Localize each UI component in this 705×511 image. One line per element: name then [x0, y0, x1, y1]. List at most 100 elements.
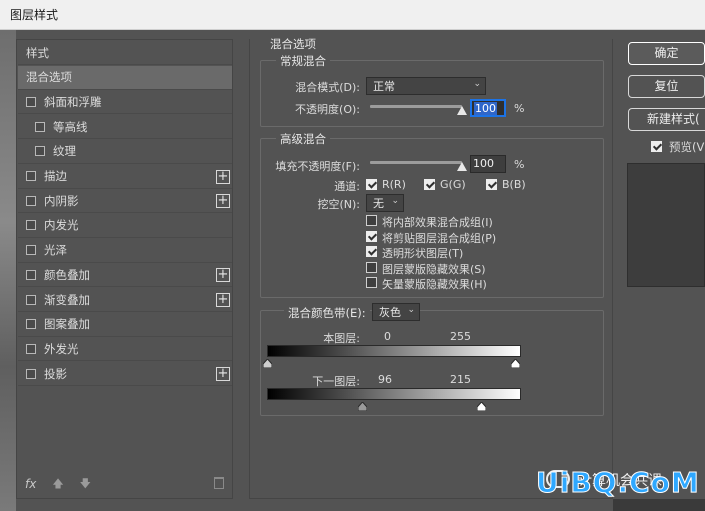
style-item[interactable]: 渐变叠加 + — [18, 288, 232, 312]
style-item-checkbox[interactable] — [26, 96, 36, 107]
style-item[interactable]: 光泽 — [18, 239, 232, 263]
style-item[interactable]: 斜面和浮雕 — [18, 90, 232, 115]
fill-opacity-slider-thumb[interactable] — [457, 162, 467, 171]
style-item-label: 斜面和浮雕 — [44, 94, 102, 109]
style-item-label: 样式 — [26, 45, 49, 60]
reset-button[interactable]: 复位 — [628, 75, 705, 98]
add-effect-plus-icon[interactable]: + — [216, 194, 230, 209]
style-item-label: 投影 — [44, 366, 67, 381]
style-item-label: 渐变叠加 — [44, 292, 90, 307]
style-preview-swatch — [627, 163, 705, 287]
fill-opacity-label: 填充不透明度(F): — [275, 160, 360, 173]
channels-label: 通道: — [334, 180, 360, 193]
style-item-checkbox[interactable] — [26, 368, 36, 379]
style-item-checkbox[interactable] — [26, 171, 36, 181]
style-item[interactable]: 描边 + — [18, 165, 232, 189]
advanced-option-checkbox[interactable] — [366, 230, 377, 242]
style-item[interactable]: 颜色叠加 + — [18, 263, 232, 288]
opacity-input[interactable]: 100 — [470, 99, 506, 117]
style-item[interactable]: 样式 — [18, 41, 232, 65]
style-item-label: 等高线 — [53, 119, 88, 134]
add-effect-plus-icon[interactable]: + — [216, 268, 230, 283]
blend-if-select[interactable]: 灰色 ⌄ — [372, 303, 420, 321]
style-item[interactable]: 内发光 — [18, 214, 232, 238]
style-item[interactable]: 纹理 — [18, 140, 232, 164]
style-item-label: 图案叠加 — [44, 317, 90, 332]
channel-g-label: G(G) — [440, 178, 466, 191]
advanced-option-label: 将内部效果混合成组(I) — [382, 216, 493, 229]
styles-list-footer: fx 🡅 🡇 — [17, 470, 232, 498]
blend-mode-value: 正常 — [373, 80, 395, 93]
style-item[interactable]: 图案叠加 — [18, 313, 232, 337]
underlying-min-value: 96 — [378, 373, 392, 386]
style-item[interactable]: 混合选项 — [18, 65, 232, 90]
chevron-down-icon: ⌄ — [407, 305, 415, 315]
this-layer-gradient-bar[interactable] — [267, 345, 521, 357]
style-item-label: 外发光 — [44, 341, 79, 356]
this-layer-max-slider-thumb[interactable] — [511, 359, 521, 368]
blend-mode-select[interactable]: 正常 ⌄ — [366, 77, 486, 95]
style-item-checkbox[interactable] — [26, 319, 36, 330]
new-style-button[interactable]: 新建样式( — [628, 108, 705, 131]
style-item-checkbox[interactable] — [26, 343, 36, 354]
style-item-label: 纹理 — [53, 144, 76, 159]
window-title-bar: 图层样式 — [0, 0, 705, 30]
style-item-checkbox[interactable] — [26, 245, 36, 256]
move-down-icon[interactable]: 🡇 — [80, 475, 91, 494]
advanced-option-checkbox[interactable] — [366, 215, 377, 226]
style-item-checkbox[interactable] — [35, 146, 45, 157]
channel-b-checkbox[interactable] — [486, 179, 497, 190]
style-item-checkbox[interactable] — [26, 294, 36, 305]
underlying-max-slider-thumb[interactable] — [476, 402, 486, 411]
underlying-min-slider-thumb[interactable] — [358, 402, 367, 411]
opacity-slider-thumb[interactable] — [457, 106, 467, 115]
advanced-option-label: 矢量蒙版隐藏效果(H) — [382, 278, 487, 291]
add-effect-plus-icon[interactable]: + — [216, 367, 230, 382]
style-item-checkbox[interactable] — [35, 121, 45, 132]
advanced-option-checkbox[interactable] — [366, 261, 377, 273]
general-blending-title: 常规混合 — [276, 53, 330, 69]
background-photo-strip — [0, 30, 16, 511]
this-layer-max-value: 255 — [450, 330, 471, 343]
opacity-slider-track[interactable] — [370, 105, 462, 108]
style-item-checkbox[interactable] — [26, 220, 36, 231]
this-layer-min-value: 0 — [384, 330, 391, 343]
style-item[interactable]: 内阴影 + — [18, 189, 232, 214]
style-item-label: 颜色叠加 — [44, 267, 90, 282]
chevron-down-icon: ⌄ — [391, 196, 399, 206]
style-item-checkbox[interactable] — [26, 195, 36, 206]
chevron-down-icon: ⌄ — [473, 79, 481, 89]
blend-options-title: 混合选项 — [266, 36, 320, 52]
knockout-value: 无 — [373, 197, 384, 210]
advanced-option-checkbox[interactable] — [366, 246, 377, 257]
style-item[interactable]: 投影 + — [18, 362, 232, 387]
knockout-select[interactable]: 无 ⌄ — [366, 194, 404, 212]
fx-menu-button[interactable]: fx — [25, 477, 36, 491]
blend-if-group — [260, 310, 604, 416]
channel-r-label: R(R) — [382, 178, 406, 191]
channel-b-label: B(B) — [502, 178, 526, 191]
fill-opacity-input[interactable]: 100 — [470, 155, 506, 173]
underlying-max-value: 215 — [450, 373, 471, 386]
preview-checkbox[interactable] — [651, 141, 662, 152]
fill-opacity-slider-track[interactable] — [370, 161, 462, 164]
trash-icon[interactable] — [214, 477, 224, 489]
advanced-option-checkbox[interactable] — [366, 277, 377, 288]
style-item[interactable]: 外发光 — [18, 337, 232, 362]
underlying-layer-gradient-bar[interactable] — [267, 388, 521, 400]
this-layer-min-slider-thumb[interactable] — [262, 359, 272, 368]
add-effect-plus-icon[interactable]: + — [216, 169, 230, 184]
channel-r-checkbox[interactable] — [366, 179, 377, 190]
advanced-blending-title: 高级混合 — [276, 131, 330, 147]
advanced-option-label: 将剪贴图层混合成组(P) — [382, 231, 497, 245]
style-item[interactable]: 等高线 — [18, 115, 232, 140]
ok-button[interactable]: 确定 — [628, 42, 705, 65]
channel-g-checkbox[interactable] — [424, 179, 435, 190]
add-effect-plus-icon[interactable]: + — [216, 293, 230, 307]
opacity-label: 不透明度(O): — [295, 103, 360, 116]
style-item-checkbox[interactable] — [26, 269, 36, 280]
knockout-label: 挖空(N): — [317, 198, 360, 211]
underlying-layer-label: 下一图层: — [312, 375, 360, 388]
style-item-label: 内阴影 — [44, 193, 79, 208]
move-up-icon[interactable]: 🡅 — [52, 475, 63, 494]
